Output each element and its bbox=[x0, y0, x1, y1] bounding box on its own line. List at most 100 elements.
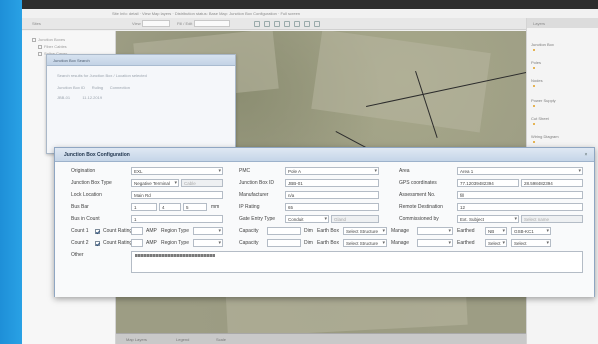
bus-bar-input-2[interactable]: 4 bbox=[159, 203, 181, 211]
capacity-2-input[interactable] bbox=[267, 239, 301, 247]
layer-marker-icon bbox=[533, 141, 535, 143]
bottom-status-bar: Map Layers Legend Scale bbox=[116, 333, 526, 344]
jb-type-select[interactable]: Negative Terminal bbox=[131, 179, 179, 187]
count-rating-label: Count Rating bbox=[103, 228, 133, 234]
right-panel-header: Layers bbox=[527, 18, 598, 28]
zoom-in-icon[interactable] bbox=[254, 21, 260, 27]
bus-bar-label: Bus Bar bbox=[71, 204, 89, 210]
manufacturer-input[interactable]: n/a bbox=[285, 191, 379, 199]
expand-icon[interactable] bbox=[38, 51, 42, 56]
pan-icon[interactable] bbox=[274, 21, 280, 27]
layers-icon[interactable] bbox=[304, 21, 310, 27]
tree-item[interactable]: Junction Boxes bbox=[32, 37, 65, 42]
location-input[interactable]: Main Rd bbox=[131, 191, 223, 199]
legend-tab[interactable]: Legend bbox=[176, 337, 189, 342]
earthed-2-label: Earthed bbox=[457, 240, 475, 246]
count-2-checkbox[interactable] bbox=[95, 241, 100, 246]
expand-icon[interactable] bbox=[38, 44, 42, 49]
menu-item-view[interactable]: View bbox=[132, 21, 141, 26]
amp-unit-label: AMP bbox=[146, 240, 157, 246]
count-rating-input[interactable] bbox=[131, 239, 143, 247]
manage-2-select[interactable] bbox=[417, 239, 453, 247]
remote-destination-input[interactable]: 12 bbox=[457, 203, 583, 211]
assessment-no-input[interactable]: fill bbox=[457, 191, 583, 199]
layer-item[interactable]: Power Supply bbox=[531, 98, 556, 103]
jb-type-extra-field[interactable]: Cable bbox=[181, 179, 223, 187]
capacity-1-label: Capacity bbox=[239, 228, 259, 234]
toolbar-select[interactable] bbox=[142, 20, 170, 27]
print-icon[interactable] bbox=[314, 21, 320, 27]
search-dialog-title: Junction Box Search bbox=[47, 55, 235, 66]
earthed-2-select[interactable]: Select bbox=[485, 239, 507, 247]
assessment-no-label: Assessment No. bbox=[399, 192, 436, 198]
origination-select[interactable]: EXL bbox=[131, 167, 223, 175]
zoom-out-icon[interactable] bbox=[264, 21, 270, 27]
location-label: Lock Location bbox=[71, 192, 102, 198]
table-header: Junction Box ID Ruling Connection bbox=[57, 85, 130, 90]
bus-count-input[interactable]: 1 bbox=[131, 215, 223, 223]
earth-box-2-label: Earth Box bbox=[317, 240, 339, 246]
gps-label: GPS coordinates bbox=[399, 180, 437, 186]
manage-2-label: Manage bbox=[391, 240, 410, 246]
bus-bar-input-1[interactable]: 1 bbox=[131, 203, 157, 211]
scale-tab[interactable]: Scale bbox=[216, 337, 226, 342]
junction-box-dialog: Junction Box Configuration × Origination… bbox=[54, 147, 595, 297]
region-type-label: Region Type bbox=[161, 240, 189, 246]
commissioned-by-label: Commissioned by bbox=[399, 216, 439, 222]
gate-entry-type-select[interactable]: Conduit bbox=[285, 215, 329, 223]
menu-item-fill-edit[interactable]: Fill / Edit bbox=[177, 21, 192, 26]
earthed-1-select[interactable]: NB bbox=[485, 227, 507, 235]
jb-type-label: Junction Box Type bbox=[71, 180, 112, 186]
count-rating-input[interactable] bbox=[131, 227, 143, 235]
menu-item-sites[interactable]: Sites bbox=[32, 21, 41, 26]
tree-item[interactable]: Fiber Cables bbox=[38, 44, 67, 49]
search-dialog: Junction Box Search Search results for J… bbox=[46, 54, 236, 154]
area-select[interactable]: Area 1 bbox=[457, 167, 583, 175]
window-top-bar bbox=[22, 0, 598, 9]
window-title: Site Info: detail · View Map layers · Di… bbox=[112, 11, 301, 16]
count-1-checkbox[interactable] bbox=[95, 229, 100, 234]
gps-lon-input[interactable]: 28.598482394 bbox=[521, 179, 583, 187]
manage-1-label: Manage bbox=[391, 228, 410, 234]
table-row[interactable]: JBB-01 11.12.2019 bbox=[57, 95, 102, 100]
expand-icon[interactable] bbox=[32, 37, 36, 42]
map-layers-tab[interactable]: Map Layers bbox=[126, 337, 147, 342]
layer-marker-icon bbox=[533, 105, 535, 107]
capacity-1-input[interactable] bbox=[267, 227, 301, 235]
earth-box-2-select[interactable]: Select Structure bbox=[343, 239, 387, 247]
select-icon[interactable] bbox=[284, 21, 290, 27]
region-type-select[interactable] bbox=[193, 239, 223, 247]
commissioned-by-select[interactable]: Ext. Subject bbox=[457, 215, 519, 223]
bus-count-label: Bus in Count bbox=[71, 216, 100, 222]
measure-icon[interactable] bbox=[294, 21, 300, 27]
toolbar-field[interactable] bbox=[194, 20, 230, 27]
ip-rating-input[interactable]: 65 bbox=[285, 203, 379, 211]
gps-lat-input[interactable]: 77.12039482394 bbox=[457, 179, 519, 187]
earth-box-1-select[interactable]: Select Structure bbox=[343, 227, 387, 235]
other-label: Other bbox=[71, 252, 84, 258]
bus-bar-input-3[interactable]: 5 bbox=[183, 203, 207, 211]
dialog-title: Junction Box Configuration bbox=[64, 152, 130, 158]
gate-entry-extra-field[interactable]: Gland bbox=[331, 215, 379, 223]
close-icon[interactable]: × bbox=[583, 152, 589, 158]
region-type-select[interactable] bbox=[193, 227, 223, 235]
origination-label: Origination bbox=[71, 168, 96, 174]
jb-id-label: Junction Box ID bbox=[239, 180, 275, 186]
jb-id-input[interactable]: JBB-01 bbox=[285, 179, 379, 187]
pmc-select[interactable]: Pole A bbox=[285, 167, 379, 175]
earth-box-1-label: Earth Box bbox=[317, 228, 339, 234]
layer-item[interactable]: Wiring Diagram bbox=[531, 134, 559, 139]
manage-1-select[interactable] bbox=[417, 227, 453, 235]
layer-item[interactable]: Poles bbox=[531, 60, 541, 65]
gate-entry-type-label: Gate Entry Type bbox=[239, 216, 276, 222]
application-window: Site Info: detail · View Map layers · Di… bbox=[22, 0, 598, 344]
count-rating-label: Count Rating bbox=[103, 240, 133, 246]
earthed-2-code-select[interactable]: Select bbox=[511, 239, 551, 247]
layer-item[interactable]: Junction Box bbox=[531, 42, 554, 47]
pmc-label: PMC bbox=[239, 168, 251, 174]
layer-item[interactable]: Cut Sheet bbox=[531, 116, 549, 121]
commissioned-extra-field[interactable]: Select name bbox=[521, 215, 583, 223]
layer-item[interactable]: Nodes bbox=[531, 78, 543, 83]
layer-marker-icon bbox=[533, 85, 535, 87]
earthed-1-code-select[interactable]: GSB-KC1 bbox=[511, 227, 551, 235]
